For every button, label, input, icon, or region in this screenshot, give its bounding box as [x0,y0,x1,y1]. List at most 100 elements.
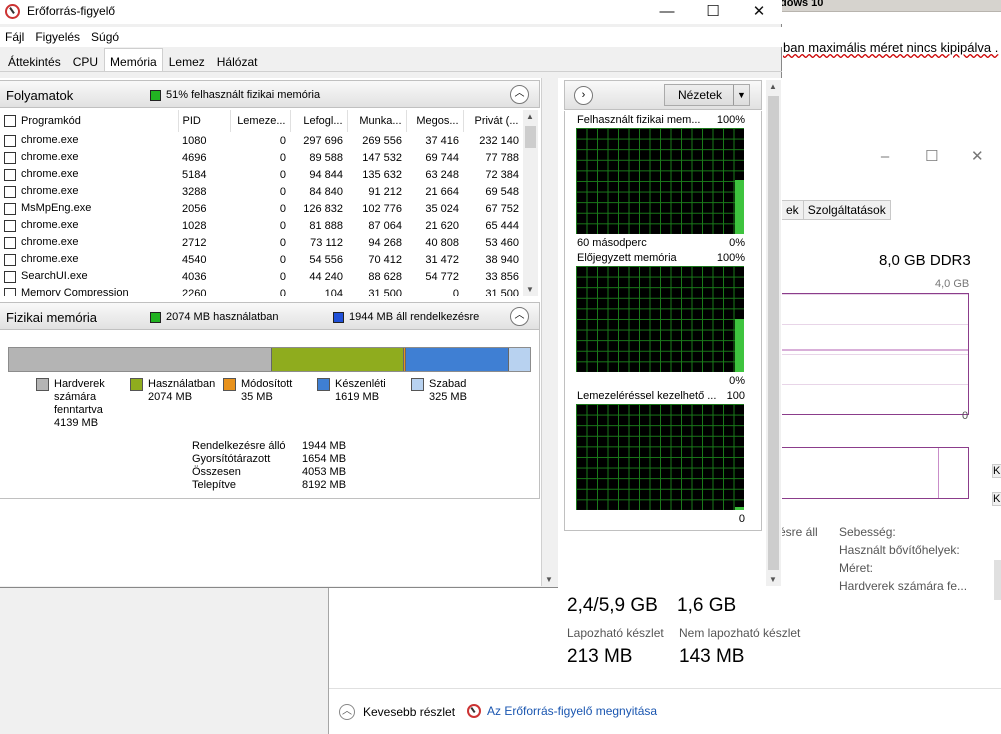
close-button[interactable]: ✕ [736,0,782,24]
tab-partial[interactable]: ek [781,200,803,220]
left-panel-scrollbar[interactable]: ▼ [541,78,556,586]
row-checkbox[interactable] [4,185,16,198]
select-all-checkbox[interactable] [4,115,16,128]
table-row[interactable]: chrome.exe 1028 0 81 888 87 064 21 620 65 444 [0,217,523,234]
row-checkbox[interactable] [4,151,16,164]
legend-value: 2074 MB [148,391,193,403]
expand-right-icon[interactable]: › [574,86,593,105]
process-value-cell: 67 752 [485,202,519,215]
physical-memory-header[interactable]: Fizikai memória 2074 MB használatban 194… [0,302,540,330]
process-name-cell: chrome.exe [0,217,178,234]
scroll-thumb[interactable] [525,126,536,148]
menu-help[interactable]: Súgó [86,27,125,47]
close-icon[interactable]: ✕ [971,149,984,164]
process-name-cell: chrome.exe [0,251,178,268]
collapse-processes-icon[interactable]: ︿ [510,85,529,104]
legend-label: Készenléti [335,378,386,390]
table-row[interactable]: chrome.exe 4696 0 89 588 147 532 69 744 77 788 [0,149,523,166]
process-value-cell: 33 856 [485,270,519,283]
graph-min-label: 0 [962,410,969,422]
tab-services[interactable]: Szolgáltatások [802,200,891,220]
scroll-thumb[interactable] [768,96,779,570]
tab-network[interactable]: Hálózat [211,50,264,71]
process-value-cell: 73 112 [310,236,343,249]
legend-value: 4139 MB [54,417,99,429]
tab-memory[interactable]: Memória [104,48,163,71]
scroll-down-icon[interactable]: ▼ [526,285,534,294]
process-name: SearchUI.exe [21,270,88,283]
minimize-icon[interactable]: – [879,149,891,164]
scroll-down-icon[interactable]: ▼ [545,575,553,584]
views-dropdown[interactable]: Nézetek ▼ [664,84,750,106]
tab-disk[interactable]: Lemez [163,50,211,71]
tab-overview[interactable]: Áttekintés [2,50,67,71]
graph-max-label: 4,0 GB [935,278,970,290]
legend-label: Hardverek számára fenntartva [54,378,105,416]
column-header-pid[interactable]: PID [178,110,231,132]
fewer-details-button[interactable]: ︿ Kevesebb részlet [339,704,455,720]
table-row[interactable]: chrome.exe 5184 0 94 844 135 632 63 248 72 384 [0,166,523,183]
process-value-cell: 84 840 [309,185,343,198]
table-row[interactable]: chrome.exe 2712 0 73 112 94 268 40 808 53 460 [0,234,523,251]
column-header-image[interactable]: Programkód [0,110,179,132]
memory-stats: Rendelkezésre álló 1944 MB Gyorsítótárazo… [192,440,346,492]
tab-cpu[interactable]: CPU [67,50,104,71]
row-checkbox[interactable] [4,219,16,232]
table-row[interactable]: SearchUI.exe 4036 0 44 240 88 628 54 772 33 85… [0,268,523,285]
maximize-button[interactable]: ☐ [690,0,736,24]
open-resource-monitor-link[interactable]: Az Erőforrás-figyelő megnyitása [467,704,657,718]
graph-min: 0 [738,513,745,525]
table-row[interactable]: Memory Compression 2260 0 104 31 500 0 31 500 [0,285,523,296]
blue-square-icon [333,311,344,323]
menu-monitor[interactable]: Figyelés [30,27,86,47]
process-value-cell: 2056 [182,202,207,215]
process-value-cell: 2260 [182,287,207,297]
graphs-scrollbar[interactable]: ▲ ▼ [766,80,781,586]
process-value-cell: 0 [279,168,286,181]
legend-swatch [411,378,424,391]
process-value-cell: 44 240 [309,270,343,283]
column-header-hard-faults[interactable]: Lemeze... [230,110,291,132]
scroll-down-icon[interactable]: ▼ [769,575,777,584]
row-checkbox[interactable] [4,168,16,181]
graphs-panel: › Nézetek ▼ Felhasznált fizikai mem... 1… [558,78,782,588]
graph-fill [735,506,744,510]
row-checkbox[interactable] [4,270,16,283]
row-checkbox[interactable] [4,287,16,296]
scroll-up-icon[interactable]: ▲ [526,112,534,121]
column-header-commit[interactable]: Lefogl... [290,110,348,132]
processes-scrollbar[interactable]: ▲ ▼ [523,110,538,296]
table-row[interactable]: chrome.exe 1080 0 297 696 269 556 37 416 232 1… [0,132,523,149]
fewer-details-label: Kevesebb részlet [363,705,456,719]
column-header-private[interactable]: Privát (... [463,110,524,132]
process-name: chrome.exe [21,168,79,181]
row-checkbox[interactable] [4,253,16,266]
process-value-cell: 88 628 [368,270,402,283]
row-checkbox[interactable] [4,236,16,249]
in-use-indicator: 2074 MB használatban [150,311,279,323]
scroll-up-icon[interactable]: ▲ [769,82,777,91]
collapse-physical-memory-icon[interactable]: ︿ [510,307,529,326]
table-row[interactable]: MsMpEng.exe 2056 0 126 832 102 776 35 024 67 7… [0,200,523,217]
slots-used-label: Használt bővítőhelyek: [839,543,960,557]
process-value-cell: 53 460 [485,236,519,249]
process-value-cell: 104 [324,287,343,297]
process-name: chrome.exe [21,151,79,164]
graph-hard-faults: Lemezeléréssel kezelhető ... 100 0 [565,390,763,525]
table-row[interactable]: chrome.exe 4540 0 54 556 70 412 31 472 38 940 [0,251,523,268]
processes-header[interactable]: Folyamatok 51% felhasznált fizikai memór… [0,80,540,108]
process-name-cell: Memory Compression [0,285,178,296]
minimize-button[interactable]: — [644,0,690,24]
column-header-shareable[interactable]: Megos... [406,110,464,132]
menu-file[interactable]: Fájl [0,27,30,47]
table-row[interactable]: chrome.exe 3288 0 84 840 91 212 21 664 69 548 [0,183,523,200]
maximize-icon[interactable]: ☐ [925,149,938,164]
row-checkbox[interactable] [4,134,16,147]
process-name: chrome.exe [21,236,79,249]
process-value-cell: 0 [279,287,286,297]
legend-label: Módosított [241,378,293,390]
process-value-cell: 3288 [182,185,207,198]
row-checkbox[interactable] [4,202,16,215]
process-value-cell: 94 844 [309,168,343,181]
column-header-working-set[interactable]: Munka... [347,110,407,132]
